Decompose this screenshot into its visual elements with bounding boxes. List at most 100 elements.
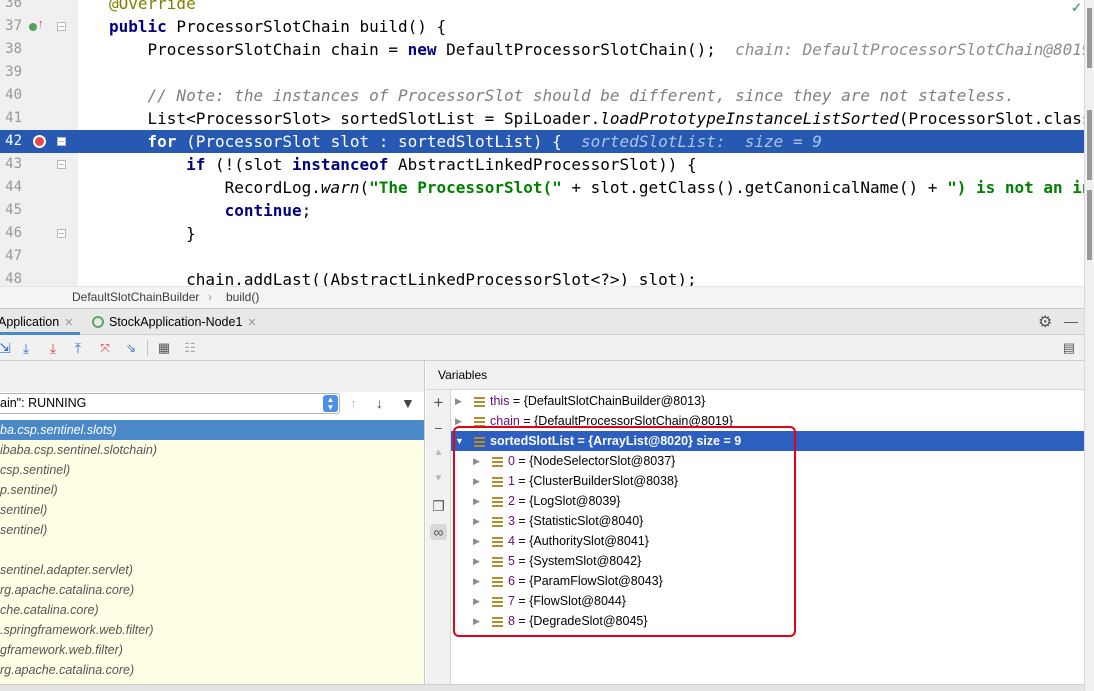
code-line[interactable]: 42 for (ProcessorSlot slot : sortedSlotL…: [0, 130, 1084, 153]
expand-arrow-icon[interactable]: ▶: [473, 531, 480, 551]
expand-arrow-icon[interactable]: ▶: [473, 571, 480, 591]
minimize-icon[interactable]: —: [1064, 313, 1078, 329]
tool-window-label[interactable]: [1087, 190, 1092, 260]
code-line[interactable]: 46 }: [0, 222, 1084, 245]
stack-frame[interactable]: ba.csp.sentinel.slots): [0, 420, 424, 440]
variable-child-row[interactable]: ▶ 3 = {StatisticSlot@8040}: [451, 511, 1084, 531]
stack-frame[interactable]: ibaba.csp.sentinel.slotchain): [0, 440, 424, 460]
stack-frame[interactable]: sentinel.adapter.servlet): [0, 560, 424, 580]
stack-frame[interactable]: che.catalina.core): [0, 600, 424, 620]
variable-child-row[interactable]: ▶ 8 = {DegradeSlot@8045}: [451, 611, 1084, 631]
expand-arrow-icon[interactable]: ▶: [455, 391, 462, 411]
line-number[interactable]: 37: [0, 15, 22, 38]
code-line[interactable]: 40 // Note: the instances of ProcessorSl…: [0, 84, 1084, 107]
variable-child-row[interactable]: ▶ 0 = {NodeSelectorSlot@8037}: [451, 451, 1084, 471]
code-line[interactable]: 36 @Override: [0, 0, 1084, 15]
code-line[interactable]: 43 if (!(slot instanceof AbstractLinkedP…: [0, 153, 1084, 176]
tool-window-label[interactable]: [1087, 8, 1092, 68]
line-number[interactable]: 47: [0, 245, 22, 268]
drop-frame-icon[interactable]: ⤧: [96, 339, 114, 357]
tab-stockapplication-node1[interactable]: StockApplication-Node1 ✕: [92, 309, 272, 335]
implements-arrow-icon[interactable]: ↑: [38, 18, 44, 30]
copy-icon[interactable]: ❐: [430, 498, 447, 515]
expand-arrow-icon[interactable]: ▶: [473, 471, 480, 491]
override-marker-icon[interactable]: [29, 23, 37, 31]
expand-arrow-icon[interactable]: ▶: [473, 451, 480, 471]
collapse-arrow-icon[interactable]: ▼: [455, 431, 464, 451]
glasses-icon[interactable]: ∞: [430, 524, 447, 540]
variable-child-row[interactable]: ▶ 1 = {ClusterBuilderSlot@8038}: [451, 471, 1084, 491]
stack-frame[interactable]: sentinel): [0, 500, 424, 520]
breakpoint-icon[interactable]: [33, 135, 46, 148]
variable-child-row[interactable]: ▶ 7 = {FlowSlot@8044}: [451, 591, 1084, 611]
variable-child-row[interactable]: ▶ 5 = {SystemSlot@8042}: [451, 551, 1084, 571]
expand-arrow-icon[interactable]: ▶: [473, 511, 480, 531]
line-number[interactable]: 39: [0, 61, 22, 84]
code-line[interactable]: 45 continue;: [0, 199, 1084, 222]
move-up-icon[interactable]: ▲: [430, 447, 447, 458]
evaluate-expression-icon[interactable]: ▦: [155, 339, 173, 357]
expand-arrow-icon[interactable]: ▶: [473, 611, 480, 631]
code-line[interactable]: 44 RecordLog.warn("The ProcessorSlot(" +…: [0, 176, 1094, 199]
breadcrumb-class[interactable]: DefaultSlotChainBuilder: [72, 287, 199, 308]
line-number[interactable]: 40: [0, 84, 22, 107]
expand-arrow-icon[interactable]: ▶: [473, 491, 480, 511]
code-line[interactable]: 47: [0, 245, 1084, 268]
layout-icon[interactable]: ▤: [1060, 339, 1078, 357]
stack-frame[interactable]: rg.apache.catalina.core): [0, 660, 424, 680]
step-out-icon[interactable]: ⤒: [69, 339, 87, 357]
variable-row[interactable]: ▼ sortedSlotList = {ArrayList@8020} size …: [451, 431, 1084, 451]
stack-frame[interactable]: gframework.web.filter): [0, 640, 424, 660]
step-over-icon[interactable]: ⤓: [17, 339, 35, 357]
stack-frame[interactable]: rg.apache.catalina.core): [0, 580, 424, 600]
tool-window-label[interactable]: [1087, 110, 1092, 180]
variable-row[interactable]: ▶ this = {DefaultSlotChainBuilder@8013}: [451, 391, 1084, 411]
fold-icon[interactable]: [57, 137, 66, 146]
code-line[interactable]: 39: [0, 61, 1084, 84]
line-number[interactable]: 44: [0, 176, 22, 199]
fold-icon[interactable]: [57, 160, 66, 169]
stack-frame[interactable]: .springframework.web.filter): [0, 620, 424, 640]
previous-frame-icon[interactable]: ↑: [350, 395, 357, 411]
show-execution-point-icon[interactable]: ⇲: [0, 339, 14, 357]
step-into-icon[interactable]: ⤓: [44, 339, 62, 357]
right-tool-strip[interactable]: [1084, 0, 1094, 691]
code-line[interactable]: 38 ProcessorSlotChain chain = new Defaul…: [0, 38, 1091, 61]
code-line[interactable]: 48 chain.addLast((AbstractLinkedProcesso…: [0, 268, 1084, 286]
stack-frame[interactable]: [0, 540, 424, 560]
stack-frame[interactable]: sentinel): [0, 520, 424, 540]
chevron-updown-icon[interactable]: ▲ ▼: [323, 395, 338, 412]
expand-arrow-icon[interactable]: ▶: [473, 551, 480, 571]
line-number[interactable]: 36: [0, 0, 22, 15]
line-number[interactable]: 46: [0, 222, 22, 245]
close-icon[interactable]: ✕: [64, 317, 73, 329]
stack-frame[interactable]: p.sentinel): [0, 480, 424, 500]
line-number[interactable]: 45: [0, 199, 22, 222]
variable-row[interactable]: ▶ chain = {DefaultProcessorSlotChain@8019…: [451, 411, 1084, 431]
code-line[interactable]: 41 List<ProcessorSlot> sortedSlotList = …: [0, 107, 1094, 130]
line-number[interactable]: 43: [0, 153, 22, 176]
variable-child-row[interactable]: ▶ 4 = {AuthoritySlot@8041}: [451, 531, 1084, 551]
code-editor[interactable]: 36 @Override 37 ↑ public ProcessorSlotChain …: [0, 0, 1094, 286]
fold-icon[interactable]: [57, 22, 66, 31]
variable-child-row[interactable]: ▶ 6 = {ParamFlowSlot@8043}: [451, 571, 1084, 591]
tab-application[interactable]: Application ✕: [0, 309, 80, 335]
line-number[interactable]: 38: [0, 38, 22, 61]
next-frame-icon[interactable]: ↓: [376, 395, 383, 411]
code-line[interactable]: 37 ↑ public ProcessorSlotChain build() {: [0, 15, 1084, 38]
move-down-icon[interactable]: ▼: [430, 473, 447, 484]
expand-arrow-icon[interactable]: ▶: [455, 411, 462, 431]
thread-selector[interactable]: ain": RUNNING ▲ ▼: [0, 393, 340, 414]
fold-icon[interactable]: [57, 229, 66, 238]
line-number[interactable]: 41: [0, 107, 22, 130]
expand-arrow-icon[interactable]: ▶: [473, 591, 480, 611]
stack-frame[interactable]: csp.sentinel): [0, 460, 424, 480]
run-to-cursor-icon[interactable]: ⇘: [122, 339, 140, 357]
breadcrumb-method[interactable]: build(): [226, 287, 259, 308]
line-number[interactable]: 48: [0, 268, 22, 286]
add-watch-icon[interactable]: +: [430, 393, 447, 413]
remove-watch-icon[interactable]: −: [430, 420, 447, 436]
gear-icon[interactable]: ⚙: [1038, 312, 1052, 332]
close-icon[interactable]: ✕: [247, 317, 256, 329]
variable-child-row[interactable]: ▶ 2 = {LogSlot@8039}: [451, 491, 1084, 511]
